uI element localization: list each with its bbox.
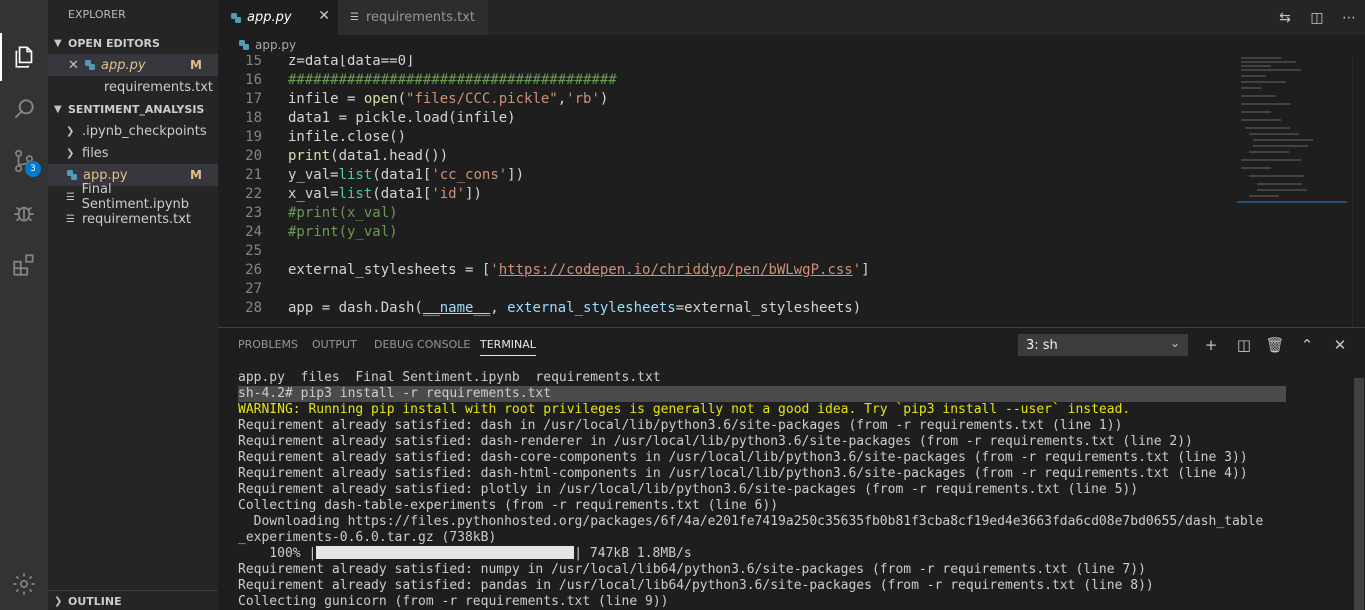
bottom-panel: PROBLEMS OUTPUT DEBUG CONSOLE TERMINAL 3…: [218, 327, 1365, 610]
code-line: 15 z=data[data==0]: [245, 55, 415, 69]
breadcrumb[interactable]: app.py: [218, 35, 1365, 55]
close-icon[interactable]: ✕: [318, 8, 330, 24]
terminal-line: sh-4.2# pip3 install -r requirements.txt: [238, 386, 1286, 402]
tree-file-final-sentiment[interactable]: ☰ Final Sentiment.ipynb: [48, 182, 218, 212]
python-file-icon: [67, 170, 77, 180]
tree-folder-files[interactable]: ❯ files: [48, 142, 218, 164]
chevron-right-icon: ❯: [54, 596, 63, 607]
terminal-warning: WARNING: Running pip install with root p…: [238, 402, 1131, 417]
code-line: 26 external_stylesheets = ['https://codep…: [245, 262, 870, 278]
more-actions-icon[interactable]: ⋯: [1333, 0, 1365, 35]
open-editor-requirements[interactable]: requirements.txt: [48, 76, 218, 98]
terminal-output[interactable]: app.py files Final Sentiment.ipynb requi…: [238, 370, 1348, 610]
tab-debug-console[interactable]: DEBUG CONSOLE: [374, 338, 470, 351]
chevron-right-icon: ❯: [66, 147, 75, 159]
trash-icon[interactable]: 🗑: [1264, 334, 1286, 356]
terminal-line: Collecting gunicorn (from -r requirement…: [238, 594, 669, 609]
open-editor-label: requirements.txt: [104, 79, 214, 95]
maximize-panel-icon[interactable]: ⌃: [1296, 334, 1318, 356]
terminal-line: _experiments-0.6.0.tar.gz (738kB): [238, 530, 497, 545]
tab-terminal[interactable]: TERMINAL: [480, 338, 536, 356]
extensions-icon[interactable]: [0, 241, 48, 289]
split-editor-icon[interactable]: ◫: [1301, 0, 1333, 35]
terminal-scrollbar[interactable]: [1354, 378, 1364, 610]
debug-icon[interactable]: [0, 189, 48, 237]
open-editors-header[interactable]: ▼ OPEN EDITORS: [48, 32, 218, 54]
terminal-line: app.py files Final Sentiment.ipynb requi…: [238, 370, 661, 385]
search-icon[interactable]: [0, 85, 48, 133]
download-progress-bar: [316, 546, 575, 559]
code-line: 16 ######################################…: [245, 72, 617, 88]
terminal-line: Requirement already satisfied: dash-html…: [238, 466, 1248, 481]
breadcrumb-label: app.py: [255, 38, 297, 52]
terminal-line: Collecting dash-table-experiments (from …: [238, 498, 779, 513]
activity-bar: 3: [0, 0, 48, 610]
code-line: 17 infile = open("files/CCC.pickle",'rb'): [245, 91, 609, 107]
chevron-down-icon: ⌄: [1169, 336, 1180, 350]
chevron-down-icon: ▼: [54, 103, 62, 115]
terminal-select-value: 3: sh: [1026, 337, 1058, 353]
code-line: 24 #print(y_val): [245, 224, 398, 240]
chevron-right-icon: ❯: [66, 125, 75, 137]
code-line: 20 print(data1.head()): [245, 148, 449, 164]
code-line: 18 data1 = pickle.load(infile): [245, 110, 516, 126]
code-line: 27: [245, 281, 262, 297]
terminal-line: Requirement already satisfied: numpy in …: [238, 562, 1146, 577]
tab-app-py[interactable]: app.py ✕: [218, 0, 338, 35]
gear-icon[interactable]: [0, 560, 48, 608]
editor-scrollbar[interactable]: [1352, 55, 1365, 327]
code-line: 19 infile.close(): [245, 129, 407, 145]
code-line: 21 y_val=list(data1['cc_cons']): [245, 167, 525, 183]
tab-requirements[interactable]: ☰ requirements.txt: [338, 0, 488, 35]
file-lines-icon: ☰: [66, 191, 75, 203]
terminal-line: Downloading https://files.pythonhosted.o…: [238, 514, 1264, 529]
terminal-line: Requirement already satisfied: pandas in…: [238, 578, 1154, 593]
code-editor[interactable]: 15 z=data[data==0] 16 ####################…: [218, 55, 1233, 327]
tab-label: app.py: [247, 10, 292, 25]
terminal-line: Requirement already satisfied: dash in /…: [238, 418, 1123, 433]
sidebar-title: EXPLORER: [68, 8, 126, 21]
code-line: 28 app = dash.Dash(__name__, external_sty…: [245, 300, 862, 316]
tab-output[interactable]: OUTPUT: [312, 338, 357, 351]
code-line: 25: [245, 243, 262, 259]
terminal-line: Requirement already satisfied: dash-rend…: [238, 434, 1193, 449]
project-folder-header[interactable]: ▼ SENTIMENT_ANALYSIS: [48, 98, 218, 120]
split-terminal-icon[interactable]: ◫: [1233, 334, 1255, 356]
editor-tabs: app.py ✕ ☰ requirements.txt ⇆ ◫ ⋯: [218, 0, 1365, 35]
explorer-sidebar: EXPLORER ▼ OPEN EDITORS ✕ app.py M requi…: [48, 0, 218, 610]
python-file-icon: [85, 60, 95, 70]
modified-badge: M: [190, 58, 202, 72]
source-control-icon[interactable]: [0, 137, 48, 185]
tab-problems[interactable]: PROBLEMS: [238, 338, 298, 351]
python-file-icon: [239, 40, 249, 50]
open-changes-icon[interactable]: ⇆: [1269, 0, 1301, 35]
close-panel-icon[interactable]: ✕: [1329, 334, 1351, 356]
code-line: 23 #print(x_val): [245, 205, 398, 221]
close-icon[interactable]: ✕: [68, 58, 84, 73]
python-file-icon: [231, 12, 241, 23]
chevron-down-icon: ▼: [54, 37, 62, 49]
editor-actions: ⇆ ◫ ⋯: [1269, 0, 1365, 35]
tab-label: requirements.txt: [366, 10, 476, 25]
file-lines-icon: ☰: [350, 12, 359, 23]
tree-folder-ipynb-checkpoints[interactable]: ❯ .ipynb_checkpoints: [48, 120, 218, 142]
minimap[interactable]: [1233, 55, 1353, 327]
add-terminal-icon[interactable]: +: [1200, 334, 1222, 356]
open-editor-label: app.py: [101, 57, 146, 73]
explorer-icon[interactable]: [0, 33, 48, 81]
code-line: 22 x_val=list(data1['id']): [245, 186, 482, 202]
source-control-badge: 3: [25, 161, 41, 177]
outline-header[interactable]: ❯ OUTLINE: [48, 590, 218, 610]
terminal-line: Requirement already satisfied: dash-core…: [238, 450, 1248, 465]
tree-file-requirements[interactable]: ☰ requirements.txt: [48, 208, 218, 230]
terminal-select[interactable]: 3: sh ⌄: [1018, 334, 1188, 356]
terminal-progress-line: 100% | | 747kB 1.8MB/s: [238, 546, 692, 561]
terminal-line: Requirement already satisfied: plotly in…: [238, 482, 1139, 497]
modified-badge: M: [190, 168, 202, 182]
open-editor-app-py[interactable]: ✕ app.py M: [48, 54, 218, 76]
file-lines-icon: ☰: [66, 213, 75, 225]
